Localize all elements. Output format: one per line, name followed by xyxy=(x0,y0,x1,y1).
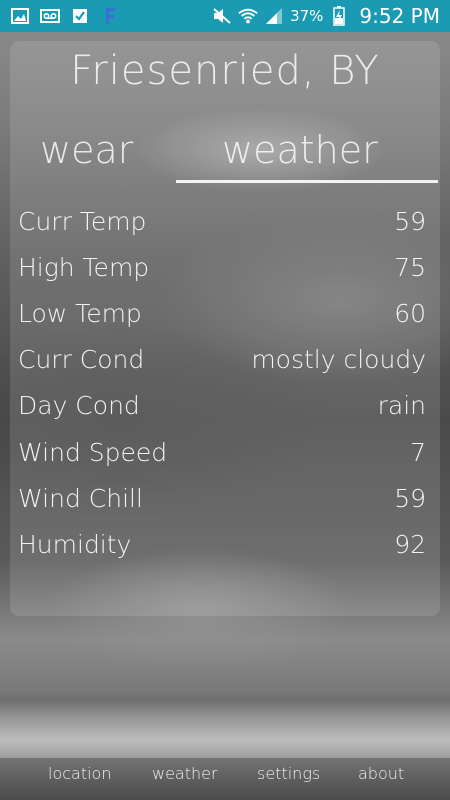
image-icon xyxy=(10,6,30,26)
row-label: Curr Cond xyxy=(18,345,145,375)
voicemail-icon xyxy=(40,6,60,26)
bottom-nav: location weather settings about xyxy=(0,758,450,800)
list-item-high-temp: High Temp 75 xyxy=(18,244,426,290)
nav-settings[interactable]: settings xyxy=(257,764,320,783)
nav-location[interactable]: location xyxy=(48,764,111,783)
list-item-wind-speed: Wind Speed 7 xyxy=(18,429,426,475)
row-value: 59 xyxy=(394,206,426,236)
row-value: 7 xyxy=(410,437,426,467)
weather-details-list: Curr Temp 59 High Temp 75 Low Temp 60 Cu… xyxy=(18,198,426,568)
checkbox-icon xyxy=(70,6,90,26)
row-label: Day Cond xyxy=(18,391,140,421)
row-label: Low Temp xyxy=(18,298,142,328)
status-bar: 37% 9:52 PM xyxy=(0,0,450,32)
list-item-curr-temp: Curr Temp 59 xyxy=(18,198,426,244)
row-value: mostly cloudy xyxy=(251,345,426,375)
tab-selected-indicator xyxy=(176,180,438,183)
list-item-day-cond: Day Cond rain xyxy=(18,383,426,429)
battery-charging-icon xyxy=(329,6,349,26)
row-label: High Temp xyxy=(18,252,150,282)
signal-icon xyxy=(264,6,284,26)
nav-weather[interactable]: weather xyxy=(152,764,218,783)
row-label: Wind Chill xyxy=(18,483,143,513)
list-item-wind-chill: Wind Chill 59 xyxy=(18,475,426,521)
nav-about[interactable]: about xyxy=(358,764,404,783)
row-value: 59 xyxy=(394,483,426,513)
tab-wear[interactable]: wear xyxy=(40,128,133,172)
wifi-icon xyxy=(238,6,258,26)
row-label: Wind Speed xyxy=(18,437,168,467)
clock: 9:52 PM xyxy=(359,4,440,28)
row-value: rain xyxy=(377,391,426,421)
row-value: 60 xyxy=(394,298,426,328)
list-item-humidity: Humidity 92 xyxy=(18,521,426,567)
row-label: Curr Temp xyxy=(18,206,147,236)
row-label: Humidity xyxy=(18,529,132,559)
row-value: 75 xyxy=(394,252,426,282)
battery-percent: 37% xyxy=(290,7,324,25)
f-app-icon xyxy=(100,6,120,26)
location-title: Friesenried, BY xyxy=(70,48,380,94)
row-value: 92 xyxy=(394,529,426,559)
mute-icon xyxy=(212,6,232,26)
list-item-low-temp: Low Temp 60 xyxy=(18,290,426,336)
tab-weather[interactable]: weather xyxy=(222,128,378,172)
list-item-curr-cond: Curr Cond mostly cloudy xyxy=(18,337,426,383)
